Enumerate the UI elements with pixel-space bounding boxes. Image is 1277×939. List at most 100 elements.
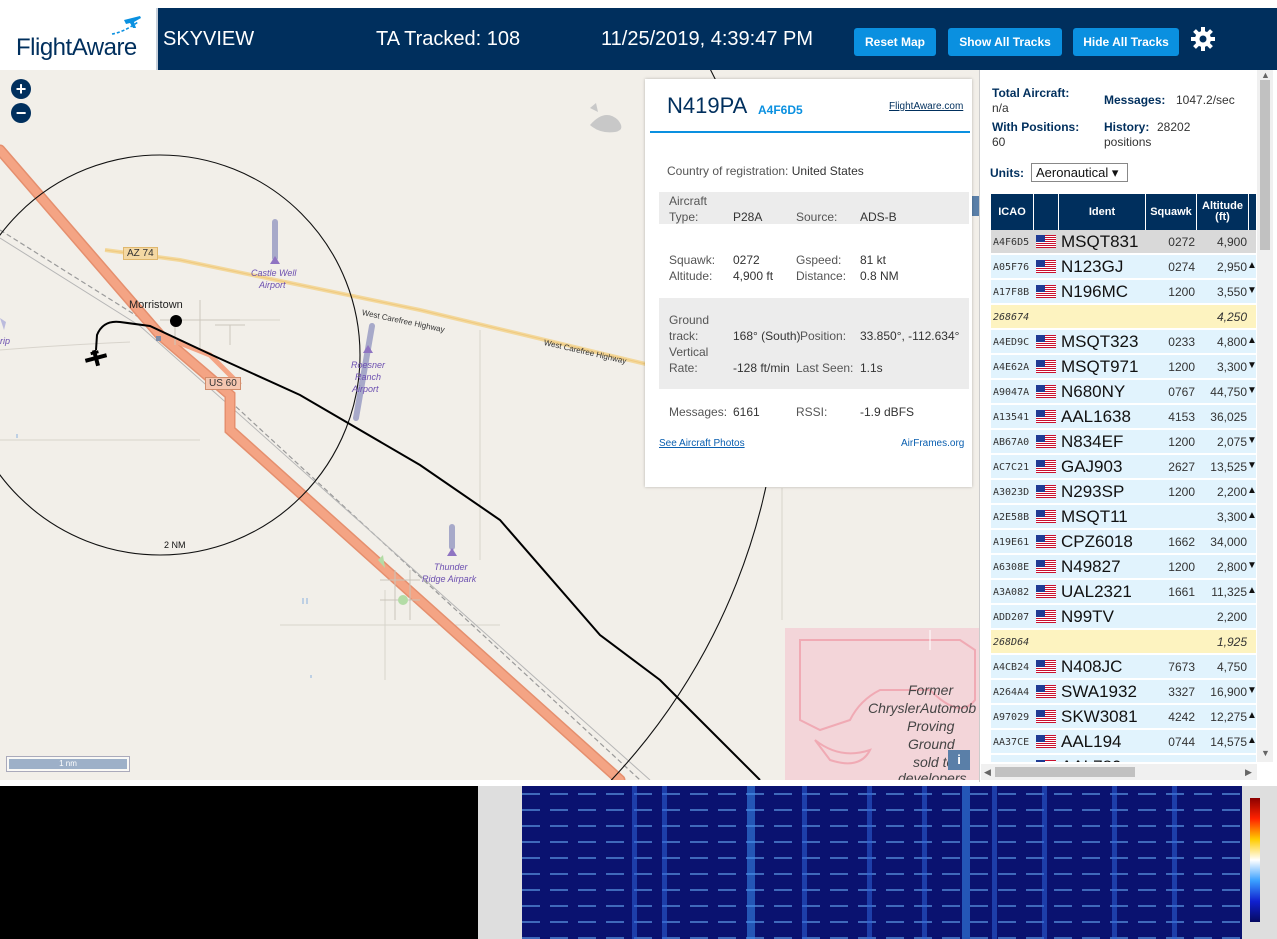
table-row[interactable]: A13541 AAL1638 4153 36,025: [991, 405, 1256, 429]
roesner-label: Roesner: [351, 360, 386, 370]
waterfall-column: [992, 786, 997, 939]
total-aircraft-label: Total Aircraft:: [992, 86, 1070, 100]
table-row[interactable]: ADD207 N99TV 2,200: [991, 605, 1256, 629]
cell-altitude: 2,200: [1216, 610, 1247, 624]
cell-squawk: 4242: [1168, 710, 1195, 724]
table-row[interactable]: A264A4 SWA1932 3327 16,900 ▼: [991, 680, 1256, 704]
col-ident[interactable]: Ident: [1059, 194, 1146, 230]
scroll-down-icon[interactable]: ▼: [1261, 748, 1270, 758]
table-row[interactable]: A4CB24 N408JC 7673 4,750: [991, 655, 1256, 679]
with-positions-value: 60: [992, 135, 1006, 149]
units-select[interactable]: Aeronautical ▾: [1031, 163, 1128, 182]
vertical-scroll-thumb[interactable]: [1260, 80, 1270, 250]
table-row[interactable]: AC7C21 GAJ903 2627 13,525 ▼: [991, 455, 1256, 479]
skyview-app: { "header": { "logo": "FlightAware", "ti…: [0, 0, 1277, 939]
scroll-right-icon[interactable]: ▶: [1245, 767, 1252, 778]
cell-squawk: 1200: [1168, 360, 1195, 374]
col-squawk[interactable]: Squawk: [1146, 194, 1197, 230]
thunder-ridge-label: Thunder: [434, 562, 468, 572]
popup-icao: A4F6D5: [758, 103, 803, 117]
rate-value: -128 ft/min: [733, 361, 790, 375]
cell-icao: A264A4: [993, 687, 1030, 698]
us-flag-icon: [1036, 510, 1056, 523]
col-icao[interactable]: ICAO: [991, 194, 1034, 230]
horizontal-scroll-thumb[interactable]: [995, 767, 1135, 777]
table-row[interactable]: A19E61 CPZ6018 1662 34,000: [991, 530, 1256, 554]
col-flag[interactable]: [1034, 194, 1059, 230]
cell-icao: AA37CE: [993, 737, 1030, 748]
cell-squawk: 3327: [1168, 685, 1195, 699]
cell-altitude: 2,950: [1216, 260, 1247, 274]
cell-altitude: 11,325: [1211, 585, 1247, 599]
clock: 11/25/2019, 4:39:47 PM: [601, 28, 814, 50]
map-control-tab[interactable]: [972, 196, 979, 216]
zoom-out-button[interactable]: −: [11, 103, 31, 123]
aircraft-photos-link[interactable]: See Aircraft Photos: [659, 438, 745, 449]
hide-all-tracks-button[interactable]: Hide All Tracks: [1073, 28, 1179, 56]
zoom-in-button[interactable]: +: [11, 79, 31, 99]
messages-rate-value: 1047.2/sec: [1176, 93, 1235, 107]
top-header: FlightAware SKYVIEW TA Tracked: 108 11/2…: [0, 8, 1277, 70]
cell-altitude: 36,025: [1210, 410, 1247, 424]
cell-squawk: 0274: [1168, 260, 1195, 274]
table-row[interactable]: A9047A N680NY 0767 44,750 ▼: [991, 380, 1256, 404]
table-row[interactable]: AA6113AAL78041166,775▼: [991, 755, 1256, 762]
table-vertical-scrollbar[interactable]: ▲ ▼: [1257, 70, 1273, 762]
airframes-link[interactable]: AirFrames.org: [901, 438, 964, 449]
flightaware-logo[interactable]: FlightAware: [0, 8, 158, 70]
cell-altitude: 14,575: [1210, 735, 1247, 749]
table-row[interactable]: 268674 4,250: [991, 305, 1256, 329]
table-row[interactable]: 268D64 1,925: [991, 630, 1256, 654]
scroll-left-icon[interactable]: ◀: [984, 767, 991, 778]
table-horizontal-scrollbar[interactable]: ◀ ▶: [981, 764, 1257, 780]
table-row[interactable]: A17F8B N196MC 1200 3,550 ▼: [991, 280, 1256, 304]
country-value: United States: [791, 164, 864, 178]
cell-icao: AB67A0: [993, 437, 1030, 448]
cell-ident: CPZ6018: [1061, 532, 1133, 551]
table-row[interactable]: A97029 SKW3081 4242 12,275 ▲: [991, 705, 1256, 729]
table-row[interactable]: A3A082 UAL2321 1661 11,325 ▲: [991, 580, 1256, 604]
waterfall-display: [522, 786, 1242, 939]
scroll-up-icon[interactable]: ▲: [1261, 70, 1270, 80]
us-flag-icon: [1036, 360, 1056, 373]
waterfall-column: [662, 786, 667, 939]
reset-map-button[interactable]: Reset Map: [854, 28, 936, 56]
cell-icao: A13541: [993, 412, 1030, 423]
us-flag-icon: [1036, 260, 1056, 273]
table-row[interactable]: A3023D N293SP 1200 2,200 ▲: [991, 480, 1256, 504]
cell-ident: N196MC: [1061, 282, 1129, 301]
morristown-label: Morristown: [129, 299, 183, 311]
table-row[interactable]: A05F76 N123GJ 0274 2,950 ▲: [991, 255, 1256, 279]
lastseen-label: Last Seen:: [796, 361, 854, 375]
vertical-label: Vertical: [669, 345, 709, 359]
table-row[interactable]: A2E58B MSQT11 3,300 ▲: [991, 505, 1256, 529]
us-flag-icon: [1036, 235, 1056, 248]
table-row[interactable]: A4E62A MSQT971 1200 3,300 ▼: [991, 355, 1256, 379]
cell-icao: A3A082: [993, 587, 1030, 598]
waterfall-column: [922, 786, 927, 939]
cell-altitude: 2,800: [1216, 560, 1247, 574]
cell-altitude: 12,275: [1210, 710, 1247, 724]
waterfall-canvas: [522, 786, 1242, 939]
cell-ident: N408JC: [1061, 657, 1123, 676]
us-flag-icon: [1036, 460, 1056, 473]
cell-icao: A05F76: [993, 262, 1030, 273]
flightaware-link[interactable]: FlightAware.com: [889, 101, 963, 112]
us-flag-icon: [1036, 585, 1056, 598]
country-label: Country of registration:: [667, 164, 789, 178]
col-altitude[interactable]: Altitude (ft): [1197, 194, 1249, 230]
proving-ground-label-6: developers: [898, 770, 967, 780]
cell-squawk: 2627: [1168, 460, 1195, 474]
app-title: SKYVIEW: [163, 28, 255, 50]
show-all-tracks-button[interactable]: Show All Tracks: [948, 28, 1062, 56]
table-row[interactable]: A4F6D5 MSQT831 0272 4,900: [991, 230, 1256, 254]
distance-label: Distance:: [796, 269, 847, 283]
map-info-button[interactable]: i: [948, 750, 970, 770]
cell-altitude: 44,750: [1210, 385, 1247, 399]
cell-squawk: 4116: [1149, 760, 1195, 762]
gear-icon[interactable]: [1190, 26, 1216, 52]
table-row[interactable]: AB67A0 N834EF 1200 2,075 ▼: [991, 430, 1256, 454]
table-row[interactable]: A6308E N49827 1200 2,800 ▼: [991, 555, 1256, 579]
table-row[interactable]: AA37CE AAL194 0744 14,575 ▲: [991, 730, 1256, 754]
table-row[interactable]: A4ED9C MSQT323 0233 4,800 ▲: [991, 330, 1256, 354]
